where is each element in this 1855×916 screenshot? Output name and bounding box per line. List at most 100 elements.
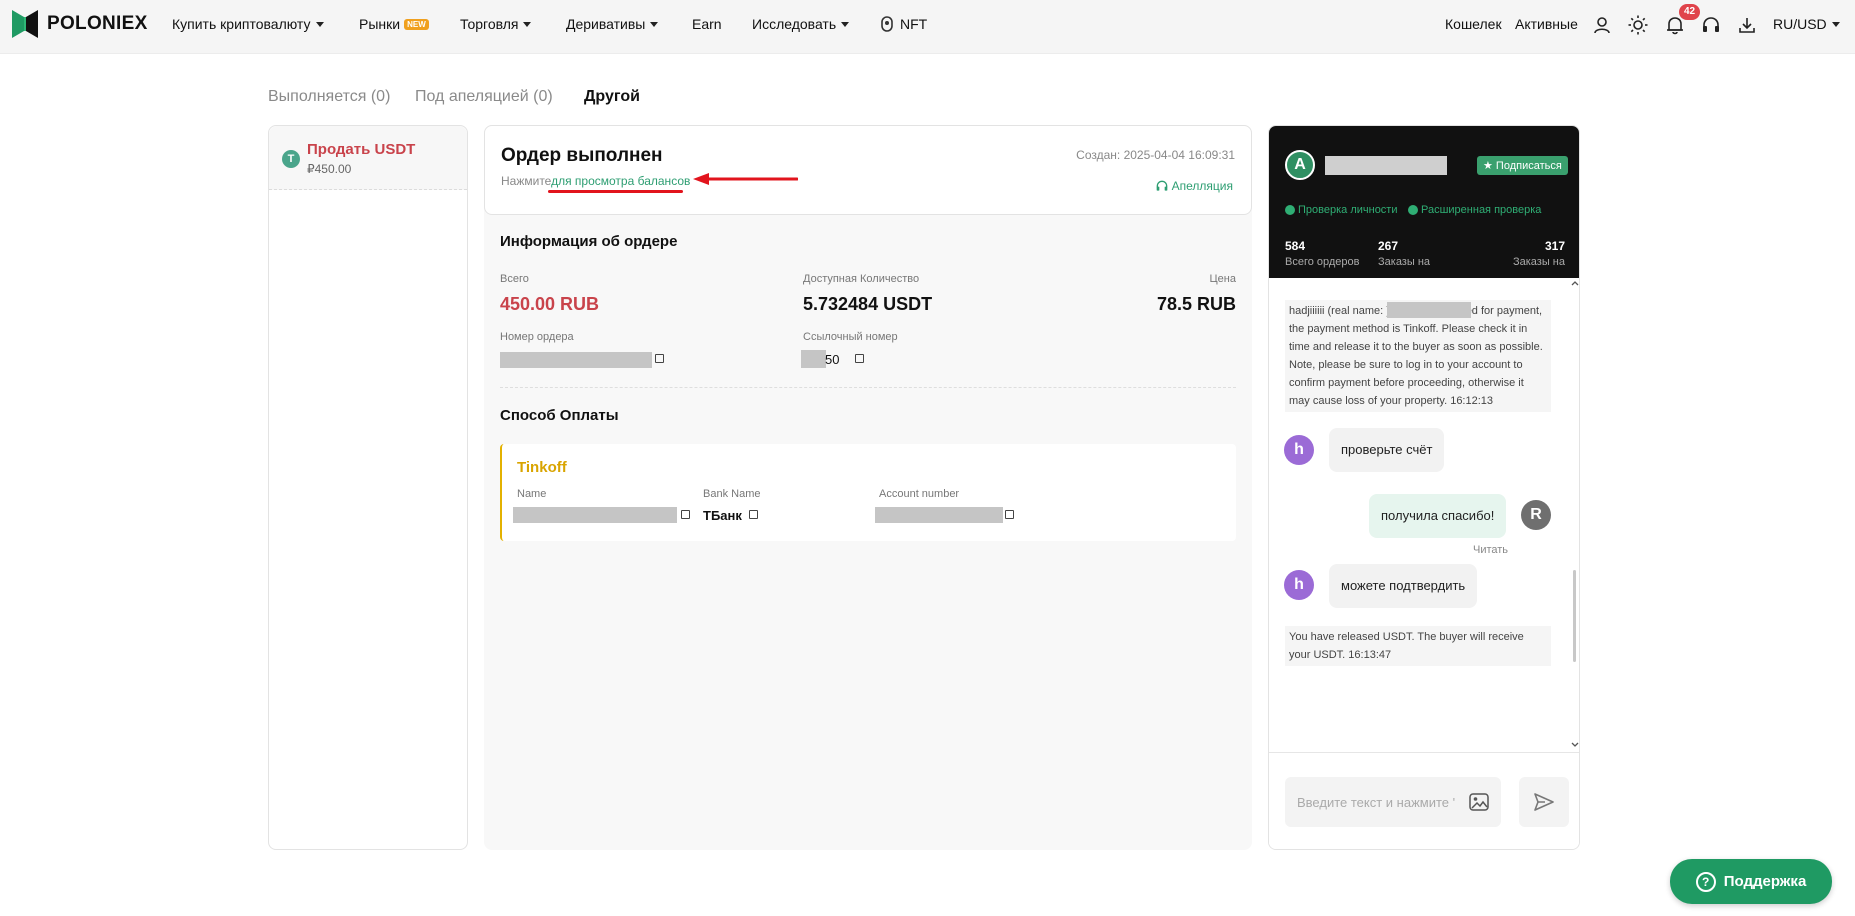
top-navbar: POLONIEX Купить криптовалюту Рынки NEW То…: [0, 0, 1855, 54]
chat-messages[interactable]: hadjiiiiii (real name: ) has been marked…: [1269, 278, 1579, 752]
order-number-redacted: [500, 352, 652, 368]
chevron-down-icon: [523, 21, 532, 27]
payee-name-redacted: [513, 507, 677, 523]
chevron-down-icon: [650, 21, 659, 27]
tab-other[interactable]: Другой: [584, 88, 640, 106]
nav-assets[interactable]: Активные: [1515, 16, 1578, 32]
view-balances-link[interactable]: для просмотра балансов: [551, 174, 690, 188]
poloniex-logo[interactable]: POLONIEX: [12, 10, 148, 38]
quantity-value: 5.732484 USDT: [803, 294, 933, 314]
tether-coin-icon: T: [282, 150, 300, 168]
nav-markets[interactable]: Рынки NEW: [359, 16, 429, 32]
nav-nft-label: NFT: [900, 16, 928, 32]
total-orders-label: Всего ордеров: [1285, 256, 1360, 268]
tab-under-appeal[interactable]: Под апеляцией (0): [415, 88, 553, 106]
bank-name-value: ТБанк: [703, 508, 742, 523]
nav-buy-crypto[interactable]: Купить криптовалюту: [172, 16, 324, 32]
appeal-button[interactable]: Апелляция: [1156, 179, 1233, 193]
advanced-verified-label: Расширенная проверка: [1421, 204, 1542, 216]
bank-name-label: Bank Name: [703, 488, 761, 500]
buy-orders-label: Заказы на: [1378, 256, 1431, 268]
order-list-panel: T Продать USDT ₽450.00: [268, 125, 468, 850]
copy-icon[interactable]: [855, 354, 864, 363]
sell-orders-label: Заказы на: [1512, 256, 1565, 268]
currency-selector[interactable]: RU/USD: [1773, 16, 1840, 32]
real-name-redacted: [1387, 302, 1471, 318]
price-label: Цена: [1209, 273, 1236, 285]
poloniex-logo-icon: [12, 10, 38, 38]
order-list-item-amount: ₽450.00: [307, 162, 352, 176]
nav-explore-label: Исследовать: [752, 16, 837, 32]
read-receipt: Читать: [1473, 544, 1509, 556]
nav-trade[interactable]: Торговля: [460, 16, 532, 32]
copy-icon[interactable]: [681, 510, 690, 519]
payee-name-label: Name: [517, 488, 547, 500]
counterparty-header: A ★ Подписаться Проверка личности Расшир…: [1269, 126, 1579, 278]
nav-earn[interactable]: Earn: [692, 16, 722, 32]
reference-number-redacted: [801, 350, 826, 368]
nav-nft[interactable]: NFT: [880, 16, 927, 32]
chat-message: проверьте счёт: [1329, 428, 1445, 472]
headset-icon[interactable]: [1700, 14, 1722, 36]
currency-label: RU/USD: [1773, 16, 1827, 32]
created-timestamp: Создан: 2025-04-04 16:09:31: [1076, 148, 1235, 162]
nav-derivatives[interactable]: Деривативы: [566, 16, 659, 32]
buyer-avatar: h: [1284, 570, 1314, 600]
chat-composer: [1269, 752, 1579, 849]
subscribe-button[interactable]: ★ Подписаться: [1477, 156, 1568, 175]
identity-verified-badge: Проверка личности: [1285, 204, 1398, 216]
tab-in-progress[interactable]: Выполняется (0): [268, 88, 390, 106]
buyer-avatar: h: [1284, 435, 1314, 465]
appeal-label: Апелляция: [1171, 179, 1233, 193]
chevron-down-icon: [1831, 21, 1840, 27]
chat-panel: A ★ Подписаться Проверка личности Расшир…: [1268, 125, 1580, 850]
order-list-item-title: Продать USDT: [307, 141, 416, 158]
image-upload-icon[interactable]: [1469, 793, 1489, 811]
notification-count-badge: 42: [1679, 4, 1701, 20]
send-button[interactable]: [1519, 777, 1569, 827]
chevron-down-icon: [315, 21, 324, 27]
check-icon: [1408, 205, 1418, 215]
chat-message: получила спасибо!: [1369, 494, 1507, 538]
reference-number-label: Ссылочный номер: [803, 331, 898, 343]
nav-explore[interactable]: Исследовать: [752, 16, 850, 32]
order-status-title: Ордер выполнен: [501, 145, 663, 166]
nav-wallet[interactable]: Кошелек: [1445, 16, 1502, 32]
copy-icon[interactable]: [1005, 510, 1014, 519]
order-list-item[interactable]: T Продать USDT ₽450.00: [269, 126, 467, 190]
advanced-verified-badge: Расширенная проверка: [1408, 204, 1541, 216]
nav-buy-crypto-label: Купить криптовалюту: [172, 16, 311, 32]
section-divider: [500, 387, 1236, 388]
copy-icon[interactable]: [655, 354, 664, 363]
nav-trade-label: Торговля: [460, 16, 519, 32]
order-detail-panel: Ордер выполнен Нажмитедля просмотра бала…: [484, 125, 1252, 850]
account-number-label: Account number: [879, 488, 960, 500]
buy-orders-count: 267: [1378, 239, 1399, 253]
total-label: Всего: [500, 273, 529, 285]
scroll-up-icon[interactable]: [1571, 280, 1579, 286]
chat-message: можете подтвердить: [1329, 564, 1478, 608]
annotation-arrow-icon: [693, 173, 798, 185]
user-icon[interactable]: [1591, 14, 1613, 36]
sun-icon[interactable]: [1627, 14, 1649, 36]
counterparty-name-redacted: [1325, 156, 1447, 175]
account-number-redacted: [875, 507, 1003, 523]
payment-method-title: Способ Оплаты: [500, 407, 619, 424]
sell-orders-count: 317: [1544, 239, 1565, 253]
balance-hint-prefix: Нажмите: [501, 174, 552, 188]
help-icon: ?: [1695, 871, 1716, 892]
chevron-down-icon: [841, 21, 850, 27]
payment-method-name: Tinkoff: [517, 459, 567, 476]
seller-avatar: R: [1521, 500, 1551, 530]
subscribe-label: Подписаться: [1495, 160, 1562, 172]
chat-scrollbar[interactable]: [1573, 570, 1576, 662]
scroll-down-icon[interactable]: [1571, 742, 1579, 748]
identity-verified-label: Проверка личности: [1298, 204, 1398, 216]
copy-icon[interactable]: [749, 510, 758, 519]
check-icon: [1285, 205, 1295, 215]
download-icon[interactable]: [1736, 14, 1758, 36]
send-icon: [1534, 793, 1554, 811]
system-message: You have released USDT. The buyer will r…: [1285, 626, 1551, 666]
nft-icon: [881, 16, 893, 32]
support-button[interactable]: ? Поддержка: [1670, 859, 1832, 904]
